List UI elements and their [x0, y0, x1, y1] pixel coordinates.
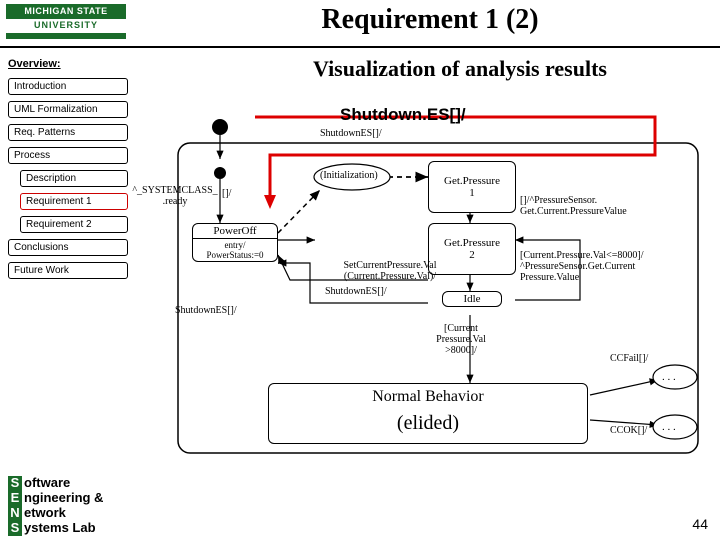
ellipsis-1: . . . — [662, 371, 676, 383]
sidebar-item-conclusions[interactable]: Conclusions — [8, 239, 128, 256]
lab-big-letter: S — [8, 476, 22, 491]
state-name: Idle — [443, 292, 501, 306]
lab-rest: ystems Lab — [24, 520, 96, 535]
lab-rest: etwork — [24, 505, 66, 520]
label-shutdown-mid: ShutdownES[]/ — [325, 286, 387, 297]
sidebar-item-uml-formalization[interactable]: UML Formalization — [8, 101, 128, 118]
sidebar-item-label: Req. Patterns — [14, 127, 75, 138]
sidebar-item-label: UML Formalization — [14, 104, 98, 115]
lab-line: Systems Lab — [8, 521, 103, 536]
sidebar-item-description[interactable]: Description — [20, 170, 128, 187]
footer-lab-name: Software Engineering & Network Systems L… — [8, 476, 103, 536]
sidebar-item-req-patterns[interactable]: Req. Patterns — [8, 124, 128, 141]
lab-big-letter: E — [8, 491, 22, 506]
label-after-idle: [Current.Pressure.Val<=8000]/ ^PressureS… — [520, 250, 695, 283]
state-elided: (elided) — [269, 410, 587, 443]
logo-underline — [6, 33, 126, 39]
red-callout-label: Shutdown.ES[]/ — [340, 105, 466, 125]
state-normal-behavior: Normal Behavior (elided) — [268, 383, 588, 444]
uml-statechart-diagram: Shutdown.ES[]/ PowerOff entry/ PowerStat… — [160, 95, 705, 460]
sidebar-item-introduction[interactable]: Introduction — [8, 78, 128, 95]
logo-text-top: MICHIGAN STATE — [6, 4, 126, 18]
state-name: PowerOff — [193, 224, 277, 238]
slide-subtitle: Visualization of analysis results — [210, 56, 710, 82]
lab-rest: oftware — [24, 475, 70, 490]
logo-text-bottom: UNIVERSITY — [6, 18, 126, 31]
sidebar-item-process[interactable]: Process — [8, 147, 128, 164]
lab-big-letter: S — [8, 521, 22, 536]
lab-big-letter: N — [8, 506, 22, 521]
header-bar: MICHIGAN STATE UNIVERSITY Requirement 1 … — [0, 0, 720, 48]
page-title: Requirement 1 (2) — [160, 4, 700, 36]
state-idle: Idle — [442, 291, 502, 307]
state-getpressure-1: Get.Pressure 1 — [428, 161, 516, 213]
state-poweroff: PowerOff entry/ PowerStatus:=0 — [192, 223, 278, 262]
sidebar-heading: Overview: — [8, 58, 61, 70]
label-empty-guard: []/ — [222, 188, 231, 199]
state-name: Normal Behavior — [269, 384, 587, 410]
sidebar-item-label: Process — [14, 150, 50, 161]
state-name: Get.Pressure 1 — [429, 174, 515, 200]
lab-line: Network — [8, 506, 103, 521]
sidebar-item-requirement-1[interactable]: Requirement 1 — [20, 193, 128, 210]
msu-logo: MICHIGAN STATE UNIVERSITY — [6, 4, 126, 39]
label-guard-down: [Current Pressure.Val >8000]/ — [416, 323, 506, 356]
label-shutdown-top: ShutdownES[]/ — [320, 128, 382, 139]
label-initialization: (Initialization) — [320, 170, 378, 181]
lab-rest: ngineering & — [24, 490, 103, 505]
label-ccok: CCOK[]/ — [610, 425, 647, 436]
sidebar-item-label: Description — [26, 173, 76, 184]
state-name: Get.Pressure 2 — [429, 236, 515, 262]
sidebar-item-label: Requirement 1 — [26, 196, 92, 207]
sidebar-item-requirement-2[interactable]: Requirement 2 — [20, 216, 128, 233]
sidebar-item-label: Introduction — [14, 81, 66, 92]
lab-line: Software — [8, 476, 103, 491]
label-setcurrent: SetCurrentPressure.Val (Current.Pressure… — [310, 260, 470, 282]
label-systemclass: ^_SYSTEMCLASS_ .ready — [130, 185, 220, 207]
label-ccfail: CCFail[]/ — [610, 353, 648, 364]
ellipsis-2: . . . — [662, 421, 676, 433]
sidebar-item-label: Requirement 2 — [26, 219, 92, 230]
sidebar-item-label: Conclusions — [14, 242, 68, 253]
sidebar: Introduction UML Formalization Req. Patt… — [8, 78, 128, 285]
sidebar-item-label: Future Work — [14, 265, 69, 276]
page-number: 44 — [692, 516, 708, 532]
label-after-gp1: []/^PressureSensor. Get.Current.Pressure… — [520, 195, 680, 217]
state-action: entry/ PowerStatus:=0 — [193, 238, 277, 261]
lab-line: Engineering & — [8, 491, 103, 506]
sidebar-item-future-work[interactable]: Future Work — [8, 262, 128, 279]
label-shutdown-left: ShutdownES[]/ — [175, 305, 237, 316]
